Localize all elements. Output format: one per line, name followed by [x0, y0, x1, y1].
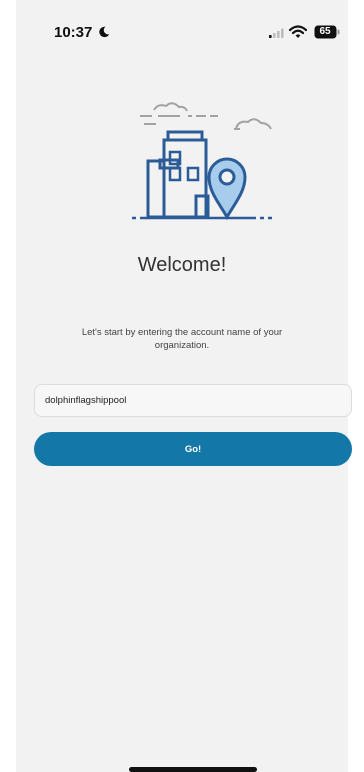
login-screen: 10:37 65 Welcome! Let's start by enterin…: [16, 0, 352, 772]
status-time: 10:37: [54, 24, 93, 41]
building-location-logo: [132, 102, 272, 221]
moon-icon: [99, 26, 110, 38]
status-bar: 10:37 65: [16, 0, 348, 58]
home-indicator[interactable]: [129, 767, 257, 772]
signal-icon: [269, 28, 284, 38]
account-name-input[interactable]: [34, 384, 352, 417]
wifi-icon: [289, 25, 307, 38]
go-button[interactable]: Go!: [34, 432, 352, 466]
instructions-text: Let's start by entering the account name…: [81, 327, 283, 351]
welcome-title: Welcome!: [137, 254, 227, 276]
battery-level: 65: [319, 26, 331, 37]
